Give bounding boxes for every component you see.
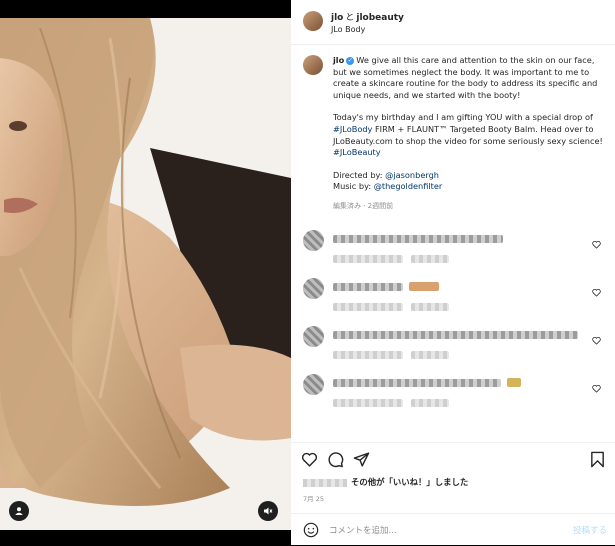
comment-meta-blurred bbox=[333, 351, 403, 359]
comment-reply-blurred[interactable] bbox=[411, 303, 449, 311]
comment-meta-blurred bbox=[333, 303, 403, 311]
like-heart-icon[interactable] bbox=[301, 451, 318, 468]
comment-text-blurred bbox=[333, 235, 503, 243]
comment-meta-blurred bbox=[333, 399, 403, 407]
header-subtitle[interactable]: JLo Body bbox=[331, 25, 365, 34]
music-label: Music by: bbox=[333, 181, 374, 192]
directed-by-line: Directed by: @jasonbergh bbox=[333, 170, 608, 182]
post-photo bbox=[0, 18, 291, 530]
add-comment-bar: コメントを追加... 投稿する bbox=[291, 513, 615, 546]
directed-label: Directed by: bbox=[333, 169, 386, 180]
comment-like-icon[interactable] bbox=[592, 336, 601, 345]
caption-meta: 編集済み · 2週間前 bbox=[333, 201, 394, 210]
emoji-icon[interactable] bbox=[303, 522, 319, 538]
caption-username[interactable]: jlo bbox=[333, 55, 344, 65]
post-header: jlo と jlobeauty JLo Body bbox=[291, 0, 615, 45]
caption-paragraph-1: We give all this care and attention to t… bbox=[333, 55, 598, 100]
share-icon[interactable] bbox=[353, 451, 370, 468]
photo-illustration bbox=[0, 18, 291, 530]
comment-emoji-blurred bbox=[507, 378, 521, 387]
action-bar bbox=[291, 442, 615, 479]
post-comment-button[interactable]: 投稿する bbox=[573, 524, 607, 536]
author-avatar[interactable] bbox=[303, 11, 323, 31]
hashtag-jlobody[interactable]: #JLoBody bbox=[333, 124, 372, 134]
save-bookmark-icon[interactable] bbox=[590, 451, 605, 468]
comment-text-blurred bbox=[333, 331, 578, 339]
comment-text-blurred bbox=[333, 283, 403, 291]
comment-meta-blurred bbox=[333, 255, 403, 263]
comment-avatar[interactable] bbox=[303, 278, 324, 299]
comment-like-icon[interactable] bbox=[592, 240, 601, 249]
comment-icon[interactable] bbox=[327, 451, 344, 468]
comment-reply-blurred[interactable] bbox=[411, 255, 449, 263]
musician-mention[interactable]: @thegoldenfilter bbox=[374, 181, 443, 191]
caption-avatar[interactable] bbox=[303, 55, 323, 75]
header-username-1[interactable]: jlo bbox=[331, 13, 343, 23]
comment-item bbox=[303, 324, 608, 372]
comment-like-icon[interactable] bbox=[592, 384, 601, 393]
comment-item bbox=[303, 372, 608, 420]
caption-p2-part1: Today's my birthday and I am gifting YOU… bbox=[333, 112, 593, 123]
comment-reply-blurred[interactable] bbox=[411, 399, 449, 407]
post-media[interactable] bbox=[0, 0, 291, 545]
header-conj: と bbox=[345, 13, 355, 23]
comment-avatar[interactable] bbox=[303, 326, 324, 347]
comment-like-icon[interactable] bbox=[592, 288, 601, 297]
comment-avatar[interactable] bbox=[303, 374, 324, 395]
comment-item bbox=[303, 228, 608, 276]
verified-badge-icon: ✓ bbox=[346, 56, 355, 65]
comment-item bbox=[303, 276, 608, 324]
comment-emoji-blurred bbox=[409, 282, 439, 291]
caption-body: jlo ✓ We give all this care and attention … bbox=[333, 55, 608, 213]
post-date: 7月 25 bbox=[303, 495, 324, 503]
tagged-user-icon[interactable] bbox=[9, 501, 29, 521]
caption: jlo ✓ We give all this care and attention … bbox=[303, 55, 603, 210]
hashtag-jlobeauty[interactable]: #JLoBeauty bbox=[333, 147, 381, 157]
comment-input[interactable]: コメントを追加... bbox=[329, 524, 397, 536]
comment-reply-blurred[interactable] bbox=[411, 351, 449, 359]
caption-p2-part2: FIRM + FLAUNT™ Targeted Booty Balm. Head… bbox=[333, 123, 603, 146]
header-username-2[interactable]: jlobeauty bbox=[356, 13, 404, 23]
comment-avatar[interactable] bbox=[303, 230, 324, 251]
likes-line[interactable]: その他が「いいね！」しました bbox=[303, 476, 468, 488]
liker-blurred bbox=[303, 478, 347, 487]
comment-text-blurred bbox=[333, 379, 501, 387]
director-mention[interactable]: @jasonbergh bbox=[385, 170, 439, 180]
mute-icon[interactable] bbox=[258, 501, 278, 521]
likes-text: その他が「いいね！」しました bbox=[351, 477, 469, 487]
post-panel: jlo と jlobeauty JLo Body jlo ✓ We give all t… bbox=[291, 0, 615, 545]
header-usernames: jlo と jlobeauty bbox=[331, 10, 404, 23]
comments-list bbox=[303, 228, 608, 420]
music-by-line: Music by: @thegoldenfilter bbox=[333, 181, 608, 193]
